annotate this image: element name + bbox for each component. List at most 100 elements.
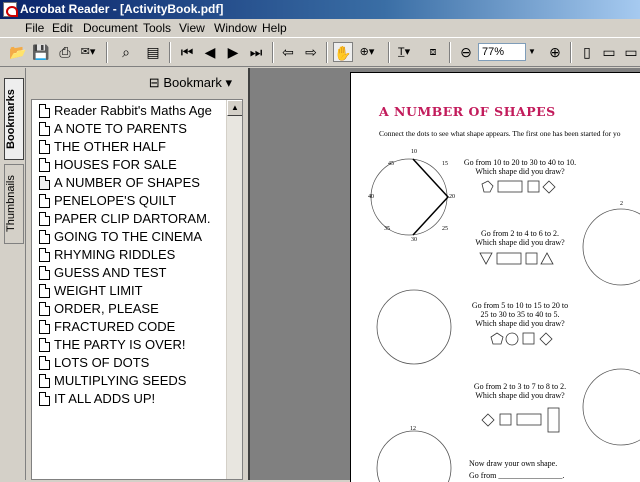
bookmark-scrollbar[interactable]: ▲ <box>226 100 242 479</box>
tab-thumbnails[interactable]: Thumbnails <box>4 164 24 244</box>
page-icon <box>39 194 50 208</box>
bookmark-item[interactable]: LOTS OF DOTS <box>39 354 149 372</box>
question-2: Go from 2 to 4 to 6 to 2. Which shape di… <box>475 229 565 247</box>
clock-label: 25 <box>442 226 448 232</box>
navigation-tabs: Bookmarks Thumbnails <box>0 68 25 480</box>
bookmark-item[interactable]: A NUMBER OF SHAPES <box>39 174 200 192</box>
page-icon <box>39 320 50 334</box>
bookmark-item[interactable]: IT ALL ADDS UP! <box>39 390 155 408</box>
bookmark-item[interactable]: GOING TO THE CINEMA <box>39 228 203 246</box>
clock-5 <box>376 430 452 482</box>
clock-3 <box>376 289 452 365</box>
open-icon[interactable]: 📂 <box>8 42 28 62</box>
bookmark-label: ORDER, PLEASE <box>54 301 159 316</box>
menu-help[interactable]: Help <box>259 19 290 37</box>
scroll-up-icon[interactable]: ▲ <box>227 100 242 116</box>
last-page-icon[interactable]: ⏭ <box>246 42 266 62</box>
bookmark-label: GOING TO THE CINEMA <box>54 229 203 244</box>
page-icon <box>39 176 50 190</box>
menu-tools[interactable]: Tools <box>140 19 174 37</box>
bookmark-label: FRACTURED CODE <box>54 319 176 334</box>
hand-tool-icon[interactable]: ✋ <box>333 42 353 62</box>
bookmark-item[interactable]: FRACTURED CODE <box>39 318 176 336</box>
page-icon <box>39 140 50 154</box>
bookmark-item[interactable]: HOUSES FOR SALE <box>39 156 177 174</box>
actual-size-icon[interactable]: ▯ <box>577 42 597 62</box>
bookmark-item[interactable]: ORDER, PLEASE <box>39 300 159 318</box>
bookmark-item[interactable]: MULTIPLYING SEEDS <box>39 372 186 390</box>
bookmark-label: PAPER CLIP DARTORAM. <box>54 211 211 226</box>
zoom-level-field[interactable] <box>478 43 526 61</box>
footer-go-from: Go from ________________. <box>469 471 565 480</box>
print-icon[interactable]: ⎙ <box>55 42 75 62</box>
clock-label: 35 <box>384 226 390 232</box>
bookmark-item[interactable]: RHYMING RIDDLES <box>39 246 175 264</box>
window-titlebar[interactable]: Acrobat Reader - [ActivityBook.pdf] <box>0 0 640 19</box>
previous-page-icon[interactable]: ◀ <box>200 42 220 62</box>
bookmark-item[interactable]: THE PARTY IS OVER! <box>39 336 185 354</box>
page-icon <box>39 266 50 280</box>
page-icon <box>39 338 50 352</box>
save-icon[interactable]: 💾 <box>31 42 51 62</box>
toolbar-separator <box>449 42 451 63</box>
answer-shapes-row-2 <box>479 252 554 265</box>
page-icon <box>39 158 50 172</box>
menu-document[interactable]: Document <box>80 19 141 37</box>
bookmark-label: GUESS AND TEST <box>54 265 167 280</box>
document-viewer[interactable]: A NUMBER OF SHAPES Connect the dots to s… <box>248 68 640 482</box>
clock-label: 15 <box>442 161 448 167</box>
zoom-in-icon[interactable]: ⊕ <box>545 42 565 62</box>
fit-page-icon[interactable]: ▭ <box>599 42 619 62</box>
bookmark-item[interactable]: GUESS AND TEST <box>39 264 167 282</box>
next-page-icon[interactable]: ▶ <box>223 42 243 62</box>
graphics-select-tool-icon[interactable]: ⧈ <box>423 42 443 62</box>
clock-2 <box>582 208 640 286</box>
bookmark-item[interactable]: Reader Rabbit's Maths Age <box>39 102 212 120</box>
menu-file[interactable]: File <box>22 19 47 37</box>
page-icon <box>39 122 50 136</box>
toolbar-separator <box>272 42 274 63</box>
zoom-out-icon[interactable]: ⊖ <box>456 42 476 62</box>
bookmark-item[interactable]: A NOTE TO PARENTS <box>39 120 187 138</box>
bookmark-item[interactable]: PENELOPE'S QUILT <box>39 192 176 210</box>
zoom-tool-icon[interactable]: ⊕▾ <box>357 42 377 62</box>
chevron-down-icon: ▾ <box>225 75 232 90</box>
page-icon <box>39 356 50 370</box>
answer-shapes-row-3 <box>490 332 553 346</box>
bookmark-item[interactable]: WEIGHT LIMIT <box>39 282 143 300</box>
show-navigation-pane-icon[interactable]: ▤ <box>143 42 163 62</box>
page-icon <box>39 302 50 316</box>
text-select-tool-icon[interactable]: T̲▾ <box>394 42 414 62</box>
page-icon <box>39 212 50 226</box>
menu-edit[interactable]: Edit <box>49 19 76 37</box>
go-back-icon[interactable]: ⇦ <box>278 42 298 62</box>
answer-shapes-row-1 <box>481 180 556 194</box>
bookmark-label: WEIGHT LIMIT <box>54 283 143 298</box>
toolbar: 📂 💾 ⎙ ✉▾ ⌕ ▤ ⏮ ◀ ▶ ⏭ ⇦ ⇨ ✋ ⊕▾ T̲▾ ⧈ ⊖ ▼ … <box>0 37 640 67</box>
clock-label: 20 <box>449 194 455 200</box>
menu-window[interactable]: Window <box>211 19 260 37</box>
page-icon <box>39 230 50 244</box>
fit-width-icon[interactable]: ▭ <box>621 42 640 62</box>
go-forward-icon[interactable]: ⇨ <box>301 42 321 62</box>
zoom-dropdown-icon[interactable]: ▼ <box>528 43 538 61</box>
page-icon <box>39 284 50 298</box>
clock-label: 30 <box>411 237 417 243</box>
email-icon[interactable]: ✉▾ <box>78 42 98 62</box>
menu-view[interactable]: View <box>176 19 208 37</box>
acrobat-app-icon <box>3 2 18 17</box>
bookmark-menu-button[interactable]: ⊟ Bookmark ▾ <box>149 75 232 91</box>
connect-the-dots-clocks <box>370 158 640 482</box>
search-icon[interactable]: ⌕ <box>116 42 136 62</box>
first-page-icon[interactable]: ⏮ <box>177 42 197 62</box>
toolbar-separator <box>388 42 390 63</box>
clock-label: 45 <box>388 161 394 167</box>
menu-bar: File Edit Document Tools View Window Hel… <box>0 19 640 37</box>
bookmark-item[interactable]: THE OTHER HALF <box>39 138 166 156</box>
clock-label: 2 <box>620 201 623 207</box>
toolbar-separator <box>106 42 108 63</box>
bookmark-item[interactable]: PAPER CLIP DARTORAM. <box>39 210 211 228</box>
bookmark-label: A NOTE TO PARENTS <box>54 121 187 136</box>
tab-bookmarks[interactable]: Bookmarks <box>4 78 24 160</box>
page-icon <box>39 248 50 262</box>
